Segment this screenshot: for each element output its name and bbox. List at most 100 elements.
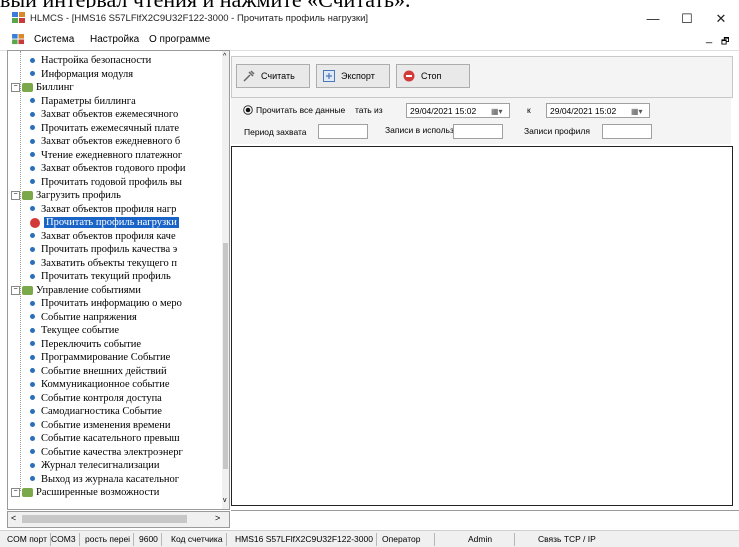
- tree-item[interactable]: Настройка безопасности: [30, 54, 151, 67]
- tree-group[interactable]: − Загрузить профиль: [11, 189, 121, 202]
- calendar-icon[interactable]: ▦▾: [631, 104, 643, 119]
- data-grid-area[interactable]: [231, 146, 733, 506]
- tree-item[interactable]: Прочитать профиль качества э: [30, 243, 177, 256]
- window-title: HLMCS - [HMS16 S57LFlfX2C9U32F122-3000 -…: [30, 13, 369, 24]
- tree-item[interactable]: Прочитать годовой профиль вы: [30, 176, 182, 189]
- tree-item-label: Коммуникационное событие: [41, 379, 170, 390]
- tree-item-label: Информация модуля: [41, 68, 134, 80]
- scroll-up-icon[interactable]: ^: [223, 53, 226, 60]
- log-area: [231, 510, 739, 529]
- tree-item[interactable]: Событие внешних действий: [30, 365, 167, 378]
- capture-period-label: Период захвата: [244, 127, 307, 137]
- maximize-button[interactable]: ☐: [670, 8, 704, 30]
- tree-item[interactable]: Программирование Событие: [30, 351, 170, 364]
- stop-label: Стоп: [421, 71, 442, 81]
- folder-icon: [22, 191, 33, 201]
- menu-settings[interactable]: Настройка: [90, 34, 139, 45]
- tree-item[interactable]: Прочитать текущий профиль: [30, 270, 171, 283]
- tree-item-label: Журнал телесигнализации: [41, 460, 160, 471]
- from-date-picker[interactable]: 29/04/2021 15:02 ▦▾: [406, 103, 510, 118]
- tree-hscroll-thumb[interactable]: [22, 515, 187, 523]
- export-button[interactable]: Экспорт: [316, 64, 390, 88]
- scroll-right-icon[interactable]: >: [215, 513, 220, 523]
- tree-group[interactable]: − Расширенные возможности: [11, 486, 159, 499]
- tree-item[interactable]: Выход из журнала касательног: [30, 473, 179, 486]
- bullet-icon: [30, 71, 35, 77]
- collapse-icon[interactable]: −: [11, 285, 20, 295]
- close-button[interactable]: ✕: [704, 8, 738, 30]
- tree-item[interactable]: Захват объектов ежемесячного: [30, 108, 178, 121]
- status-baud-label: рость переі: [82, 533, 135, 546]
- tree-item[interactable]: Чтение ежедневного платежног: [30, 149, 182, 162]
- folder-icon: [22, 488, 33, 498]
- stop-icon: [403, 70, 415, 82]
- caption-text: вый интервал чтения и нажмите «Считать».: [0, 0, 739, 8]
- read-all-label: Прочитать все данные: [256, 105, 346, 115]
- tree-item[interactable]: Событие напряжения: [30, 311, 137, 324]
- scroll-down-icon[interactable]: v: [223, 497, 227, 504]
- calendar-icon[interactable]: ▦▾: [491, 104, 503, 119]
- tree-group[interactable]: − Управление событиями: [11, 284, 141, 297]
- tree-item-label: Событие контроля доступа: [41, 392, 162, 404]
- collapse-icon[interactable]: −: [11, 83, 20, 93]
- tree-horizontal-scrollbar[interactable]: < >: [7, 511, 230, 528]
- mdi-restore-button[interactable]: 🗗: [721, 34, 729, 50]
- export-icon: [323, 70, 335, 82]
- bullet-icon: [30, 476, 35, 482]
- from-date-value: 29/04/2021 15:02: [410, 106, 477, 116]
- tree-scroll-thumb[interactable]: [223, 243, 228, 469]
- tree-item[interactable]: Событие изменения времени: [30, 419, 170, 432]
- read-button[interactable]: Считать: [236, 64, 310, 88]
- tree-item[interactable]: Захват объектов годового профи: [30, 162, 185, 175]
- tree-item-label: Событие внешних действий: [41, 365, 167, 377]
- tree-item[interactable]: Параметры биллинга: [30, 95, 136, 108]
- tree-item[interactable]: Событие касательного превыш: [30, 432, 180, 445]
- tree-item[interactable]: Захватить объекты текущего п: [30, 257, 177, 270]
- tree-item[interactable]: Коммуникационное событие: [30, 378, 169, 391]
- records-in-use-field[interactable]: [453, 124, 503, 139]
- stop-button[interactable]: Стоп: [396, 64, 470, 88]
- tree-item[interactable]: Журнал телесигнализации: [30, 459, 160, 472]
- status-com-port-value: COM3: [48, 533, 80, 546]
- bullet-icon: [30, 300, 35, 306]
- bullet-icon: [30, 260, 35, 266]
- profile-records-field[interactable]: [602, 124, 652, 139]
- tree-item-label: Текущее событие: [41, 325, 120, 336]
- app-icon: [12, 12, 25, 23]
- status-meter-code-label: Код счетчика: [168, 533, 227, 546]
- tree-item[interactable]: Переключить событие: [30, 338, 141, 351]
- minimize-button[interactable]: —: [636, 8, 670, 30]
- collapse-icon[interactable]: −: [11, 191, 20, 201]
- tree-item[interactable]: Самодиагностика Событие: [30, 405, 162, 418]
- bullet-icon: [30, 125, 35, 131]
- collapse-icon[interactable]: −: [11, 488, 20, 498]
- scroll-left-icon[interactable]: <: [11, 513, 16, 523]
- bullet-icon: [30, 138, 35, 144]
- capture-period-field[interactable]: [318, 124, 368, 139]
- tree-item[interactable]: Информация модуля: [30, 68, 133, 81]
- tree-item[interactable]: Прочитать информацию о меро: [30, 297, 182, 310]
- tree-item[interactable]: Текущее событие: [30, 324, 119, 337]
- tree-item[interactable]: Прочитать профиль нагрузки: [30, 216, 179, 229]
- tree-item[interactable]: Захват объектов профиля каче: [30, 230, 176, 243]
- menu-about[interactable]: О программе: [149, 34, 210, 45]
- menu-system[interactable]: Система: [34, 34, 74, 45]
- bullet-icon: [30, 273, 35, 279]
- bullet-icon: [30, 233, 35, 239]
- tree-item[interactable]: Событие контроля доступа: [30, 392, 162, 405]
- active-item-icon: [30, 217, 40, 228]
- tree-item[interactable]: Прочитать ежемесячный плате: [30, 122, 179, 135]
- bullet-icon: [30, 449, 35, 455]
- tree-connector: [20, 51, 21, 491]
- tree-vertical-scrollbar[interactable]: ^ v: [222, 51, 229, 509]
- to-date-picker[interactable]: 29/04/2021 15:02 ▦▾: [546, 103, 650, 118]
- tree-item-label: Программирование Событие: [41, 352, 171, 363]
- bullet-icon: [30, 57, 35, 63]
- read-all-radio[interactable]: [243, 105, 253, 115]
- tree-item-label: Захват объектов профиля каче: [41, 230, 176, 242]
- tree-item[interactable]: Событие качества электроэнерг: [30, 446, 183, 459]
- tree-item[interactable]: Захват объектов ежедневного б: [30, 135, 180, 148]
- tree-item[interactable]: Захват объектов профиля нагр: [30, 203, 176, 216]
- mdi-minimize-button[interactable]: _: [706, 32, 712, 44]
- bullet-icon: [30, 165, 35, 171]
